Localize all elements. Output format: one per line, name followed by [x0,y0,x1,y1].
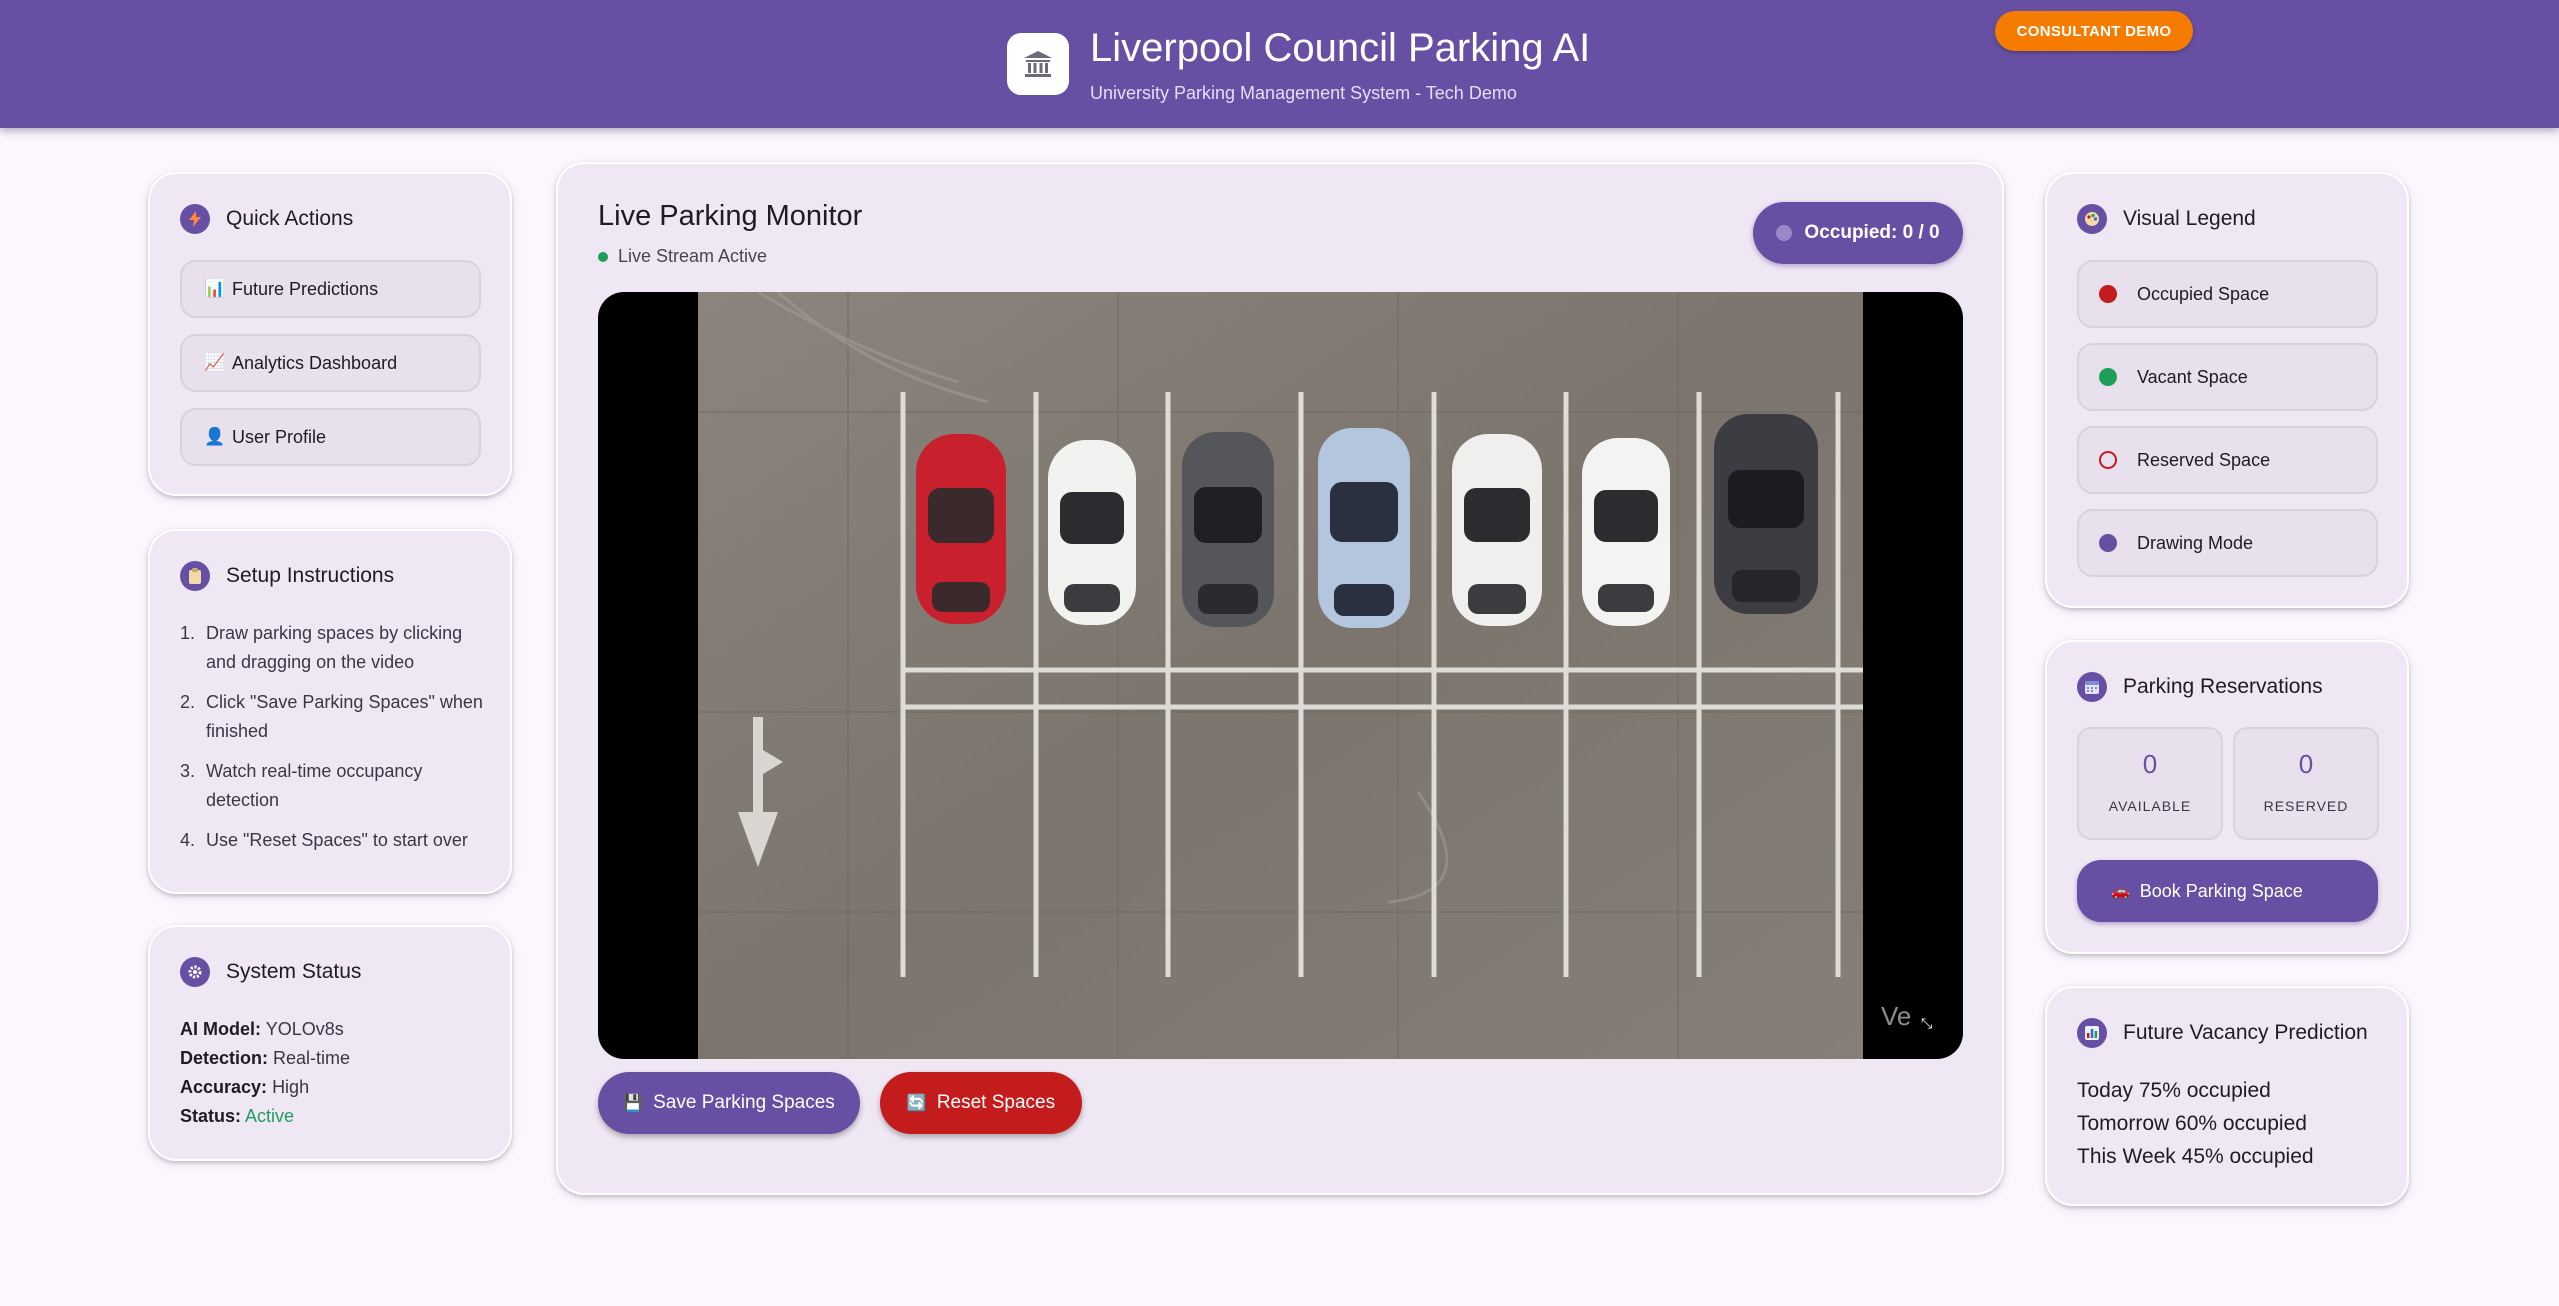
legend-reserved: Reserved Space [2077,426,2378,494]
app-title: Liverpool Council Parking AI [1090,26,1591,70]
reserved-count: 0 [2298,749,2314,779]
reserved-label: RESERVED [2263,798,2349,814]
save-button-label: Save Parking Spaces [653,1092,835,1113]
setup-step: 1. Draw parking spaces by clicking and dr… [180,623,463,672]
reset-spaces-button[interactable]: 🔄 Reset Spaces [880,1072,1082,1134]
setup-step: 2. Click "Save Parking Spaces" when finis… [180,692,483,741]
analytics-dashboard-label: Analytics Dashboard [232,352,398,373]
palette-icon [2077,204,2107,234]
book-parking-space-button[interactable]: 🚗 Book Parking Space [2077,860,2378,922]
clipboard-icon [180,561,210,591]
bar-chart-icon [2077,1018,2107,1048]
reserved-dot [2099,451,2117,469]
car-icon: 🚗 [2111,883,2130,900]
legend-vacant: Vacant Space [2077,343,2378,411]
setup-step: 4. Use "Reset Spaces" to start over [180,830,468,850]
future-vacancy-prediction-card: Future Vacancy Prediction Today 75% occu… [2045,986,2409,1206]
app-header: Liverpool Council Parking AI University … [0,0,2559,128]
prediction-tomorrow: Tomorrow 60% occupied [2077,1112,2307,1135]
reserved-stat: 0 RESERVED [2233,727,2379,840]
future-vacancy-prediction-title: Future Vacancy Prediction [2123,1021,2368,1044]
calendar-icon [2077,672,2107,702]
prediction-list: Today 75% occupied Tomorrow 60% occupied… [2077,1074,2314,1173]
legend-occupied: Occupied Space [2077,260,2378,328]
resize-handle-icon[interactable]: ⤡ [1921,1015,1932,1032]
visual-legend-title: Visual Legend [2123,207,2256,230]
video-watermark: Ve [1881,1001,1912,1031]
legend-reserved-label: Reserved Space [2137,449,2271,470]
vacant-dot [2099,368,2117,386]
system-status-card: System Status AI Model: YOLOv8s Detectio… [148,925,512,1161]
future-predictions-label: Future Predictions [232,278,379,299]
stream-status-label: Live Stream Active [618,246,768,266]
status-active-value: Active [245,1106,295,1126]
occupied-indicator-dot [1776,225,1793,241]
monitor-title: Live Parking Monitor [598,200,863,232]
bar-chart-icon: 📊 [204,279,226,298]
legend-vacant-label: Vacant Space [2137,366,2248,387]
parking-reservations-card: Parking Reservations 0 AVAILABLE 0 RESER… [2045,640,2409,954]
available-count: 0 [2142,749,2158,779]
parking-video-canvas[interactable]: Ve ⤡ [598,292,1963,1059]
future-predictions-button[interactable]: 📊 Future Predictions [180,260,481,318]
system-status-title: System Status [226,960,362,983]
system-status-list: AI Model: YOLOv8s Detection: Real-time A… [180,1015,350,1131]
lightning-icon [180,204,210,234]
status-row-ai-model: AI Model: YOLOv8s [180,1019,344,1039]
book-button-label: Book Parking Space [2139,880,2303,901]
user-profile-label: User Profile [232,426,327,447]
quick-actions-card: Quick Actions 📊 Future Predictions 📈 Ana… [148,172,512,496]
prediction-today: Today 75% occupied [2077,1079,2271,1102]
legend-occupied-label: Occupied Space [2137,283,2270,304]
user-profile-button[interactable]: 👤 User Profile [180,408,481,466]
legend-drawing-mode: Drawing Mode [2077,509,2378,577]
user-icon: 👤 [204,427,226,446]
save-parking-spaces-button[interactable]: 💾 Save Parking Spaces [598,1072,860,1134]
occupied-count-badge: Occupied: 0 / 0 [1753,202,1963,264]
status-row-accuracy: Accuracy: High [180,1077,310,1097]
setup-instructions-title: Setup Instructions [226,564,395,587]
reset-button-label: Reset Spaces [936,1092,1056,1113]
floppy-disk-icon: 💾 [623,1095,644,1112]
gear-icon [180,957,210,987]
analytics-dashboard-button[interactable]: 📈 Analytics Dashboard [180,334,481,392]
quick-actions-title: Quick Actions [226,207,354,230]
parking-reservations-title: Parking Reservations [2123,675,2323,698]
available-label: AVAILABLE [2108,798,2192,814]
consultant-demo-badge[interactable]: CONSULTANT DEMO [1995,11,2193,51]
status-row-status: Status: Active [180,1106,295,1126]
bank-building-icon [1007,33,1069,95]
app-subtitle: University Parking Management System - T… [1090,83,1517,103]
visual-legend-card: Visual Legend Occupied Space Vacant Spac… [2045,172,2409,608]
stream-status: Live Stream Active [598,246,767,267]
setup-instructions-card: Setup Instructions 1. Draw parking spaces… [148,529,512,894]
legend-drawing-label: Drawing Mode [2137,532,2254,553]
prediction-this-week: This Week 45% occupied [2077,1145,2314,1168]
setup-steps-list: 1. Draw parking spaces by clicking and dr… [180,619,490,866]
available-stat: 0 AVAILABLE [2077,727,2223,840]
live-indicator-dot [598,251,608,262]
setup-step: 3. Watch real-time occupancy detection [180,761,423,810]
drawing-mode-dot [2099,534,2117,552]
trend-chart-icon: 📈 [204,353,226,372]
parking-lot-video-frame [698,292,1863,1059]
occupied-dot [2099,285,2117,303]
status-row-detection: Detection: Real-time [180,1048,351,1068]
refresh-icon: 🔄 [906,1095,927,1112]
occupied-count-label: Occupied: 0 / 0 [1804,222,1940,243]
live-monitor-card: Live Parking Monitor Live Stream Active … [556,162,2004,1195]
